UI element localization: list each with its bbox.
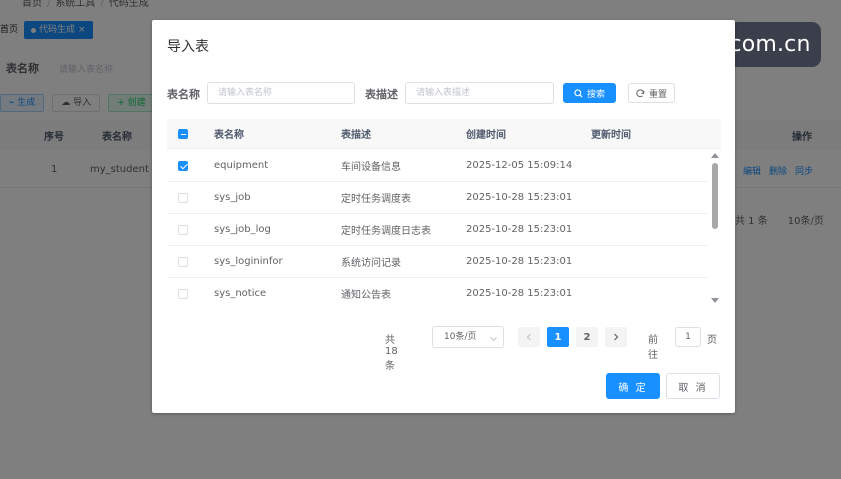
search-button[interactable]: 搜索	[563, 83, 616, 103]
row-select-cell	[178, 246, 188, 277]
table-desc-input[interactable]	[405, 82, 554, 104]
prev-page-button[interactable]	[518, 327, 540, 347]
row-checkbox[interactable]	[178, 288, 188, 299]
scroll-up-icon[interactable]	[711, 153, 719, 158]
row-create-time: 2025-10-28 15:23:01	[466, 256, 573, 267]
row-table-name: sys_notice	[214, 288, 267, 299]
row-create-time: 2025-10-28 15:23:01	[466, 224, 573, 235]
col-update-time: 更新时间	[591, 130, 631, 141]
row-checkbox[interactable]	[178, 224, 188, 235]
row-select-cell	[178, 150, 188, 181]
next-page-button[interactable]	[605, 327, 627, 347]
chevron-left-icon	[526, 333, 531, 341]
dialog-title: 导入表	[167, 39, 209, 55]
page-2-button[interactable]: 2	[576, 327, 598, 347]
row-table-desc: 定时任务调度日志表	[341, 226, 431, 237]
search-icon	[574, 88, 583, 98]
row-select-cell	[178, 214, 188, 245]
import-table-dialog: 导入表 表名称 表描述 搜索 重置 表名称 表描述 创建时间 更新时间 equi…	[152, 20, 735, 413]
reset-label: 重置	[648, 89, 667, 100]
row-table-name: sys_logininfor	[214, 256, 283, 267]
scrollbar-thumb[interactable]	[712, 163, 718, 229]
table-name-input[interactable]	[207, 82, 355, 104]
row-checkbox[interactable]	[178, 160, 188, 171]
table-header: 表名称 表描述 创建时间 更新时间	[167, 119, 721, 149]
row-table-desc: 通知公告表	[341, 290, 391, 301]
cancel-button[interactable]: 取 消	[666, 373, 720, 399]
select-all-checkbox[interactable]	[178, 128, 188, 139]
row-checkbox[interactable]	[178, 256, 188, 267]
row-table-name: sys_job	[214, 192, 251, 203]
row-table-desc: 定时任务调度表	[341, 194, 411, 205]
dialog-search-form: 表名称 表描述 搜索 重置	[167, 82, 727, 104]
col-table-name: 表名称	[214, 130, 244, 141]
scroll-down-icon[interactable]	[711, 298, 719, 303]
table-row[interactable]: equipment 车间设备信息 2025-12-05 15:09:14	[167, 150, 707, 182]
chevron-down-icon	[489, 333, 498, 342]
table-scrollbar[interactable]	[708, 151, 722, 307]
row-table-name: equipment	[214, 160, 269, 171]
goto-page-input[interactable]: 1	[675, 327, 701, 347]
reset-button[interactable]: 重置	[628, 83, 675, 103]
table-desc-label: 表描述	[365, 88, 398, 101]
row-select-cell	[178, 182, 188, 213]
table-row[interactable]: sys_notice 通知公告表 2025-10-28 15:23:01	[167, 278, 707, 309]
table-row[interactable]: sys_job 定时任务调度表 2025-10-28 15:23:01	[167, 182, 707, 214]
row-create-time: 2025-12-05 15:09:14	[466, 160, 573, 171]
row-create-time: 2025-10-28 15:23:01	[466, 288, 573, 299]
search-label: 搜索	[586, 89, 605, 100]
table-row[interactable]: sys_logininfor 系统访问记录 2025-10-28 15:23:0…	[167, 246, 707, 278]
row-select-cell	[178, 278, 188, 309]
table-row[interactable]: sys_job_log 定时任务调度日志表 2025-10-28 15:23:0…	[167, 214, 707, 246]
col-create-time: 创建时间	[466, 130, 506, 141]
table-name-label: 表名称	[167, 88, 200, 101]
page-size-select[interactable]: 10条/页	[432, 326, 504, 348]
confirm-button[interactable]: 确 定	[606, 373, 660, 399]
row-checkbox[interactable]	[178, 192, 188, 203]
row-table-desc: 系统访问记录	[341, 258, 401, 269]
page-suffix-label: 页	[707, 335, 717, 346]
col-table-desc: 表描述	[341, 130, 371, 141]
chevron-right-icon	[614, 333, 619, 341]
goto-label: 前往	[648, 335, 658, 361]
row-table-name: sys_job_log	[214, 224, 271, 235]
page-1-button[interactable]: 1	[547, 327, 569, 347]
page-size-value: 10条/页	[444, 332, 477, 342]
pagination-total: 共 18 条	[385, 335, 398, 372]
select-all-cell	[178, 119, 188, 148]
row-create-time: 2025-10-28 15:23:01	[466, 192, 573, 203]
db-table-list: 表名称 表描述 创建时间 更新时间 equipment 车间设备信息 2025-…	[167, 119, 721, 309]
row-table-desc: 车间设备信息	[341, 162, 401, 173]
refresh-icon	[636, 88, 645, 97]
